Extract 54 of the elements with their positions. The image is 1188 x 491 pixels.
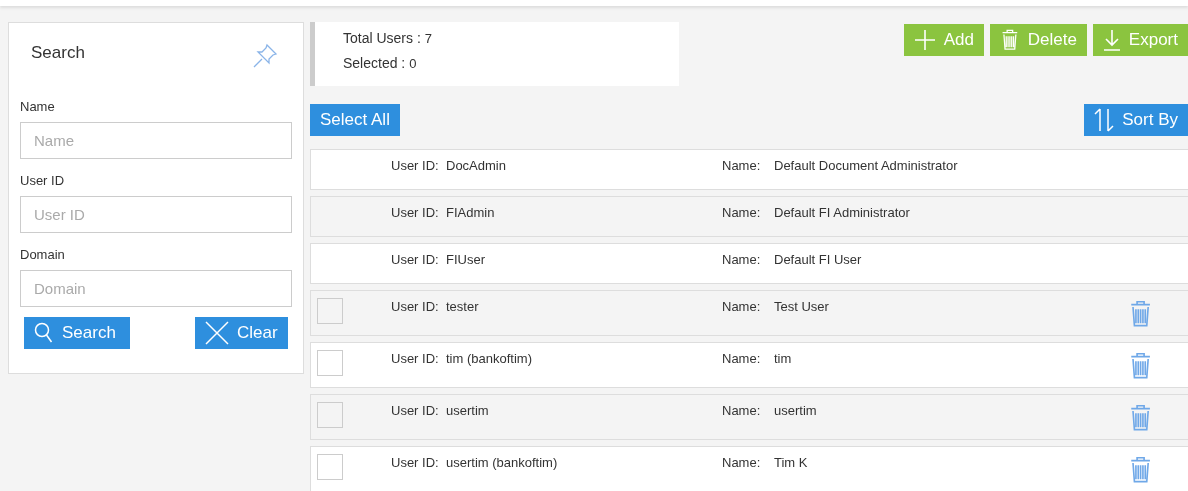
user-name: usertim bbox=[774, 402, 818, 420]
close-icon bbox=[205, 321, 229, 345]
search-icon bbox=[34, 322, 54, 344]
field-label: User ID: bbox=[391, 454, 440, 472]
user-id: tester bbox=[446, 298, 480, 316]
field-label: User ID: bbox=[391, 157, 440, 175]
checkbox[interactable] bbox=[317, 350, 343, 376]
input-field[interactable]: Domain bbox=[20, 270, 292, 307]
field-label: Name: bbox=[722, 402, 762, 420]
user-id: FIUser bbox=[446, 251, 486, 269]
user-name: Test User bbox=[774, 298, 830, 316]
field-label: User ID bbox=[20, 173, 66, 188]
user-id: tim (bankoftim) bbox=[446, 350, 533, 368]
user-row[interactable]: User ID: FIAdmin Name: Default FI Administrator bbox=[310, 196, 1188, 237]
user-row[interactable]: User ID: tester Name: Test User bbox=[310, 290, 1188, 336]
selected-count: Selected : 0 bbox=[343, 55, 418, 71]
input-field[interactable]: User ID bbox=[20, 196, 292, 233]
field-label: Name: bbox=[722, 251, 762, 269]
field-label: User ID: bbox=[391, 350, 440, 368]
field-label: Name: bbox=[722, 204, 762, 222]
sort-icon bbox=[1094, 108, 1115, 132]
input-field[interactable]: Name bbox=[20, 122, 292, 159]
user-name: Default FI Administrator bbox=[774, 204, 911, 222]
user-row[interactable]: User ID: DocAdmin Name: Default Document Administrator bbox=[310, 149, 1188, 190]
field-label: Name: bbox=[722, 157, 762, 175]
field-label: User ID: bbox=[391, 298, 440, 316]
user-id: usertim bbox=[446, 402, 490, 420]
checkbox[interactable] bbox=[317, 454, 343, 480]
total-users: Total Users : 7 bbox=[343, 30, 433, 46]
checkbox[interactable] bbox=[317, 402, 343, 428]
field-label: Name: bbox=[722, 350, 762, 368]
user-row[interactable]: User ID: FIUser Name: Default FI User bbox=[310, 243, 1188, 284]
field-label: Domain bbox=[20, 247, 66, 262]
pin-icon[interactable] bbox=[252, 43, 278, 69]
field-label: User ID: bbox=[391, 402, 440, 420]
plus-icon bbox=[913, 29, 936, 51]
checkbox[interactable] bbox=[317, 298, 343, 324]
field-label: Name bbox=[20, 99, 56, 114]
user-name: Default FI User bbox=[774, 251, 863, 269]
field-label: Name: bbox=[722, 298, 762, 316]
download-icon bbox=[1102, 29, 1121, 51]
field-label: Name: bbox=[722, 454, 762, 472]
field-label: User ID: bbox=[391, 204, 440, 222]
panel-title: Search bbox=[31, 43, 85, 63]
user-id: FIAdmin bbox=[446, 204, 496, 222]
user-name: Tim K bbox=[774, 454, 809, 472]
user-id: usertim (bankoftim) bbox=[446, 454, 559, 472]
user-name: Default Document Administrator bbox=[774, 157, 959, 175]
user-row[interactable]: User ID: usertim Name: usertim bbox=[310, 394, 1188, 440]
user-name: tim bbox=[774, 350, 793, 368]
user-row[interactable]: User ID: usertim (bankoftim) Name: Tim K bbox=[310, 446, 1188, 491]
user-row[interactable]: User ID: tim (bankoftim) Name: tim bbox=[310, 342, 1188, 388]
user-id: DocAdmin bbox=[446, 157, 507, 175]
field-label: User ID: bbox=[391, 251, 440, 269]
